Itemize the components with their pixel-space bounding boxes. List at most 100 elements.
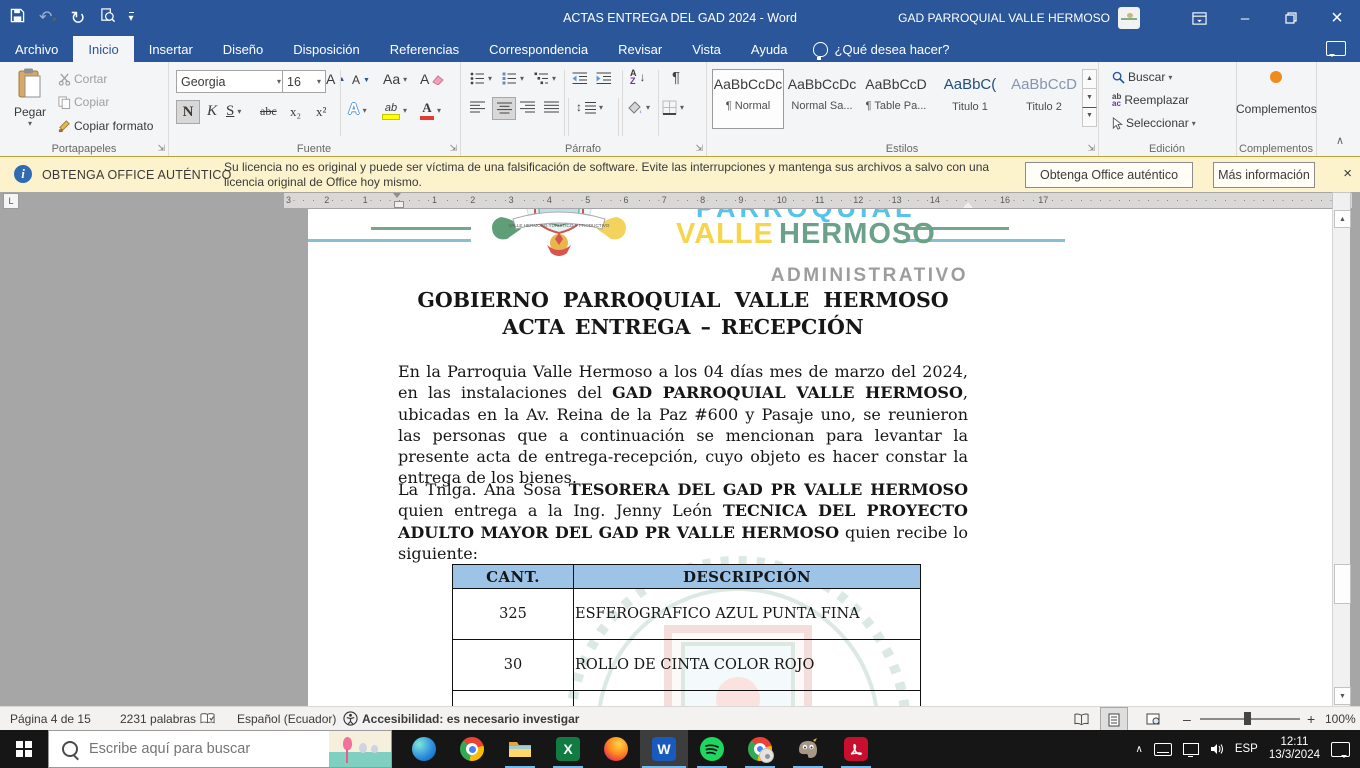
- style-normal-sa[interactable]: AaBbCcDc Normal Sa...: [786, 69, 858, 129]
- paragraph-dialog-launcher[interactable]: ⇲: [695, 143, 703, 154]
- clipboard-dialog-launcher[interactable]: ⇲: [157, 143, 165, 154]
- right-indent-marker[interactable]: [963, 197, 973, 208]
- font-size-combo[interactable]: 16 ▾: [282, 70, 326, 93]
- bullets-button[interactable]: ▾: [470, 72, 492, 85]
- more-info-button[interactable]: Más información: [1213, 162, 1315, 188]
- align-right-button[interactable]: [520, 101, 535, 119]
- taskbar-excel[interactable]: X: [544, 730, 592, 768]
- zoom-out-button[interactable]: –: [1183, 707, 1191, 730]
- taskbar-word[interactable]: W: [640, 730, 688, 768]
- document-page[interactable]: VALLE HERMOSO TURISTICO Y PRODUCTIVO PAR…: [308, 209, 1349, 706]
- indent-marker[interactable]: [393, 193, 404, 208]
- document-heading-2[interactable]: ACTA ENTREGA – RECEPCIÓN: [398, 315, 968, 339]
- increase-indent-button[interactable]: [596, 72, 612, 90]
- notification-center-icon[interactable]: [1331, 741, 1350, 758]
- decrease-indent-button[interactable]: [572, 72, 588, 90]
- borders-button[interactable]: ▾: [662, 100, 684, 115]
- justify-button[interactable]: [544, 101, 559, 119]
- word-count[interactable]: 2231 palabras: [120, 707, 196, 730]
- styles-dialog-launcher[interactable]: ⇲: [1087, 143, 1095, 154]
- taskbar-edge[interactable]: [400, 730, 448, 768]
- minimize-button[interactable]: –: [1222, 0, 1268, 36]
- collapse-ribbon-button[interactable]: ∧: [1336, 134, 1344, 147]
- document-paragraph-1[interactable]: En la Parroquia Valle Hermoso a los 04 d…: [398, 361, 968, 489]
- tab-referencias[interactable]: Referencias: [375, 36, 474, 62]
- find-button[interactable]: Buscar ▾: [1112, 70, 1172, 84]
- scrollbar-thumb[interactable]: [1334, 564, 1351, 604]
- tab-correspondencia[interactable]: Correspondencia: [474, 36, 603, 62]
- taskbar-chrome-profile[interactable]: [736, 730, 784, 768]
- taskbar-file-explorer[interactable]: [496, 730, 544, 768]
- document-paragraph-2[interactable]: La Tnlga. Ana Sosa TESORERA DEL GAD PR V…: [398, 479, 968, 564]
- touch-keyboard-icon[interactable]: [1153, 742, 1172, 756]
- network-icon[interactable]: [1182, 743, 1199, 757]
- tray-chevron-icon[interactable]: ∧: [1135, 744, 1142, 755]
- zoom-slider-thumb[interactable]: [1244, 712, 1251, 725]
- taskbar-gimp[interactable]: [784, 730, 832, 768]
- subscript-button[interactable]: x₂: [290, 104, 301, 120]
- sort-button[interactable]: AZ ↓: [630, 69, 646, 86]
- addins-button[interactable]: Complementos: [1236, 70, 1317, 116]
- tab-revisar[interactable]: Revisar: [603, 36, 677, 62]
- format-painter-button[interactable]: Copiar formato: [58, 119, 153, 133]
- read-mode-button[interactable]: [1068, 707, 1094, 730]
- style-titulo-2[interactable]: AaBbCcD Titulo 2: [1008, 69, 1080, 129]
- save-icon[interactable]: [10, 8, 25, 28]
- highlight-button[interactable]: ab ▾: [382, 100, 407, 120]
- shading-button[interactable]: ▾: [626, 100, 650, 115]
- taskbar-firefox[interactable]: [592, 730, 640, 768]
- change-case-button[interactable]: Aa ▾: [383, 71, 407, 87]
- table-row[interactable]: 30 ROLLO DE CINTA COLOR ROJO: [452, 639, 921, 691]
- redo-icon[interactable]: ↻: [70, 9, 85, 27]
- taskbar-search[interactable]: [48, 730, 392, 768]
- replace-button[interactable]: ab ac Reemplazar: [1112, 93, 1189, 108]
- print-layout-button[interactable]: [1100, 707, 1128, 732]
- clear-formatting-button[interactable]: A: [420, 71, 445, 87]
- proofing-icon[interactable]: [200, 707, 215, 730]
- cut-button[interactable]: Cortar: [58, 72, 107, 86]
- align-left-button[interactable]: [470, 101, 485, 119]
- tab-insertar[interactable]: Insertar: [134, 36, 208, 62]
- taskbar-chrome[interactable]: [448, 730, 496, 768]
- shrink-font-button[interactable]: A ▼: [352, 73, 370, 87]
- tab-disposicion[interactable]: Disposición: [278, 36, 374, 62]
- tray-language[interactable]: ESP: [1235, 743, 1258, 755]
- get-office-button[interactable]: Obtenga Office auténtico: [1025, 162, 1193, 188]
- ribbon-display-options-icon[interactable]: [1176, 0, 1222, 36]
- text-effects-button[interactable]: A ▾: [348, 101, 367, 119]
- style-table-paragraph[interactable]: AaBbCcD ¶ Table Pa...: [860, 69, 932, 129]
- customize-qat-icon[interactable]: ▾: [128, 12, 134, 24]
- tab-vista[interactable]: Vista: [677, 36, 736, 62]
- notice-close-icon[interactable]: ×: [1343, 165, 1352, 182]
- paste-button[interactable]: Pegar ▾: [10, 68, 50, 128]
- tab-ayuda[interactable]: Ayuda: [736, 36, 803, 62]
- styles-gallery-more[interactable]: ▼: [1082, 107, 1097, 127]
- align-center-button[interactable]: [492, 97, 516, 120]
- account-info[interactable]: GAD PARROQUIAL VALLE HERMOSO: [898, 0, 1140, 36]
- tray-clock[interactable]: 12:11 13/3/2024: [1269, 736, 1320, 762]
- scroll-up-arrow[interactable]: ▲: [1334, 210, 1351, 228]
- tell-me-box[interactable]: ¿Qué desea hacer?: [803, 36, 960, 62]
- undo-icon[interactable]: ↶▾: [39, 10, 56, 26]
- line-spacing-button[interactable]: ↕ ▾: [576, 100, 603, 114]
- font-color-button[interactable]: A ▾: [420, 100, 441, 120]
- multilevel-list-button[interactable]: ▾: [534, 72, 556, 85]
- copy-button[interactable]: Copiar: [58, 95, 109, 109]
- taskbar-acrobat[interactable]: [832, 730, 880, 768]
- underline-button[interactable]: S ▾: [226, 103, 241, 120]
- print-preview-icon[interactable]: [100, 8, 115, 28]
- search-daily-image[interactable]: [329, 731, 391, 767]
- numbering-button[interactable]: ▾: [502, 72, 524, 85]
- zoom-level[interactable]: 100%: [1325, 707, 1356, 730]
- strikethrough-button[interactable]: abc: [260, 104, 277, 119]
- grow-font-button[interactable]: A ▲: [326, 71, 345, 87]
- vertical-scrollbar[interactable]: ▲ ▼: [1332, 209, 1351, 706]
- scroll-down-arrow[interactable]: ▼: [1334, 687, 1351, 705]
- styles-scroll-up[interactable]: ▲: [1082, 69, 1097, 89]
- table-row[interactable]: 20 ROLLO DE CINTA COLOR VERDE: [452, 690, 921, 706]
- table-row[interactable]: 325 ESFEROGRAFICO AZUL PUNTA FINA: [452, 588, 921, 640]
- italic-button[interactable]: K: [202, 100, 222, 122]
- avatar[interactable]: [1118, 7, 1140, 29]
- start-button[interactable]: [0, 730, 48, 768]
- style-normal[interactable]: AaBbCcDc ¶ Normal: [712, 69, 784, 129]
